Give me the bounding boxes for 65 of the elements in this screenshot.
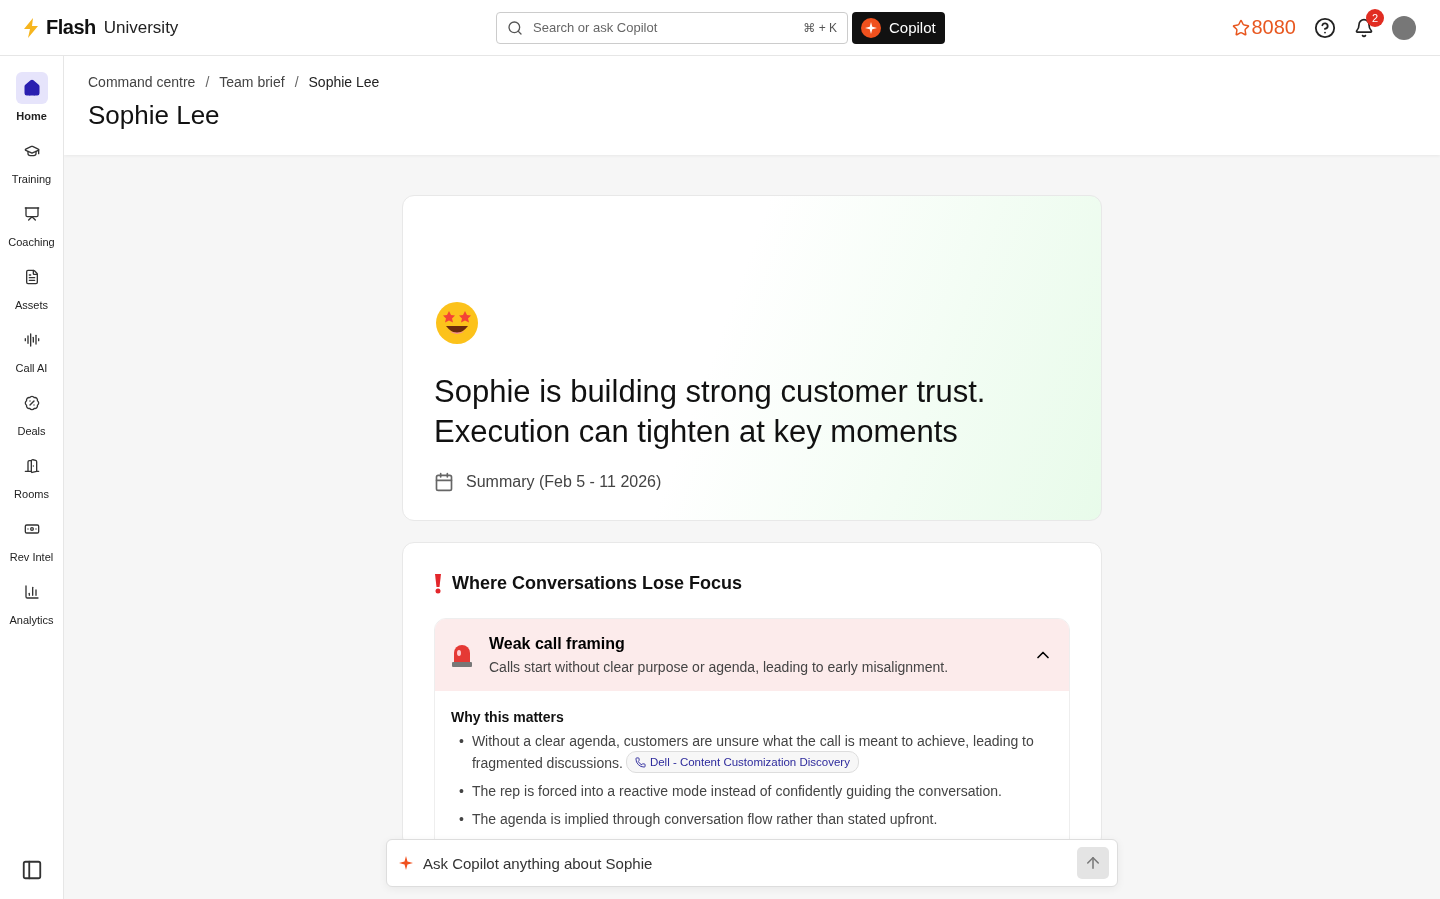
accordion-header[interactable]: Weak call framing Calls start without clear purpose or agenda, leading to early misalignment.: [435, 619, 1069, 691]
notifications-button[interactable]: [1354, 17, 1374, 38]
sidebar-item[interactable]: Home: [0, 72, 63, 122]
sidebar-item[interactable]: Training: [0, 135, 63, 185]
bullet-marker: •: [459, 732, 464, 751]
sparkle-icon: [861, 17, 881, 38]
home-icon: [22, 79, 41, 97]
exclamation-icon: [434, 573, 442, 594]
call-link[interactable]: Dell - Content Customization Discovery: [625, 751, 859, 773]
star-eyes-face-icon: [434, 300, 480, 346]
breadcrumb-separator: /: [294, 74, 299, 90]
presentation-icon: [23, 206, 40, 222]
summary-headline: Sophie is building strong customer trust. Execution can tighten at key moments: [434, 373, 987, 451]
bullet-marker: •: [459, 810, 464, 829]
sparkle-icon: [399, 856, 413, 870]
copilot-button[interactable]: Copilot: [852, 11, 945, 44]
panel-icon: [20, 859, 43, 881]
points-button[interactable]: 8080: [1231, 16, 1296, 39]
summary-period: Summary (Feb 5 - 11 2026): [466, 473, 662, 491]
calendar-icon: [434, 472, 454, 492]
notification-count: 2: [1366, 8, 1384, 27]
sidebar-item[interactable]: Call AI: [0, 324, 63, 374]
star-icon: [1231, 18, 1250, 37]
search-icon: [507, 19, 523, 36]
file-icon: [23, 269, 40, 285]
help-icon: [1314, 16, 1336, 39]
sidebar-item[interactable]: Assets: [0, 261, 63, 311]
issue-title: Weak call framing: [489, 635, 626, 653]
breadcrumb-separator: /: [205, 74, 210, 90]
siren-icon: [451, 642, 473, 668]
sidebar-toggle-button[interactable]: [20, 859, 43, 881]
breadcrumb-link[interactable]: Sophie Lee: [308, 74, 380, 90]
sidebar-item[interactable]: Analytics: [0, 576, 63, 626]
graduation-cap-icon: [23, 143, 40, 159]
issue-description: Calls start without clear purpose or agenda, leading to early misalignment.: [489, 659, 950, 675]
bullet-text: The agenda is implied through conversation flow rather than stated upfront.: [471, 810, 938, 829]
search-input[interactable]: Search or ask Copilot: [531, 19, 796, 36]
brand-logo: Flash: [46, 16, 96, 39]
door-icon: [23, 458, 40, 474]
bullet-text: Without a clear agenda, customers are unsure what the call is meant to achieve, leading to fragmented discussions. Dell - Content Customization Discovery: [471, 732, 1035, 773]
product-name: University: [103, 17, 179, 38]
banknote-icon: [23, 521, 40, 537]
percent-badge-icon: [23, 395, 40, 411]
sidebar-item[interactable]: Rev Intel: [0, 513, 63, 563]
keyboard-shortcut: ⌘ + K: [803, 20, 837, 35]
bullet-text: The rep is forced into a reactive mode instead of confidently guiding the conversation.: [471, 782, 1002, 801]
send-button[interactable]: [1077, 847, 1109, 879]
bell-icon: [1354, 17, 1374, 38]
avatar[interactable]: [1392, 15, 1416, 40]
bullet-marker: •: [459, 782, 464, 801]
section-title: Where Conversations Lose Focus: [452, 573, 743, 594]
lightning-bolt-icon: [24, 17, 38, 38]
search-field[interactable]: Search or ask Copilot ⌘ + K: [496, 11, 848, 44]
help-button[interactable]: [1314, 16, 1336, 39]
bar-chart-icon: [23, 584, 40, 600]
sidebar-item[interactable]: Rooms: [0, 450, 63, 500]
breadcrumb-link[interactable]: Team brief: [219, 74, 285, 90]
sidebar-item[interactable]: Deals: [0, 387, 63, 437]
why-heading: Why this matters: [451, 709, 565, 725]
sidebar-item[interactable]: Coaching: [0, 198, 63, 248]
audio-wave-icon: [23, 332, 40, 348]
page-title: Sophie Lee: [88, 100, 221, 131]
copilot-input-field[interactable]: Ask Copilot anything about Sophie: [386, 839, 1118, 887]
phone-icon: [634, 756, 646, 768]
breadcrumb-link[interactable]: Command centre: [88, 74, 196, 90]
